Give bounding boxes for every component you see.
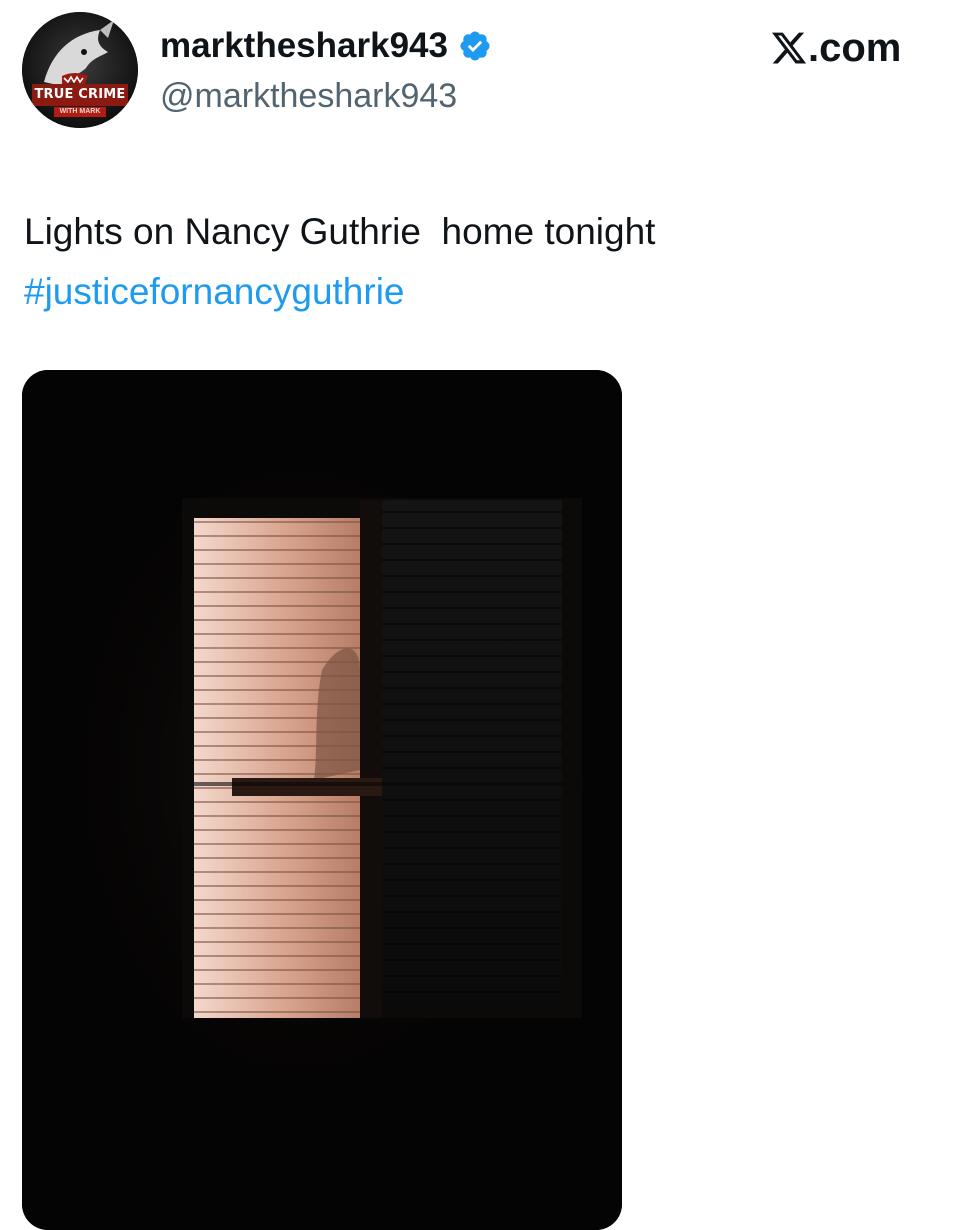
avatar-sub-label: WITH MARK bbox=[54, 107, 106, 117]
tweet-photo[interactable] bbox=[22, 370, 622, 1230]
verified-badge-icon bbox=[460, 31, 490, 61]
brand-domain-text: .com bbox=[808, 26, 902, 70]
tweet-text: Lights on Nancy Guthrie home tonight bbox=[24, 211, 656, 252]
author-display-name[interactable]: marktheshark943 bbox=[160, 26, 448, 66]
avatar-banner-label: TRUE CRIME bbox=[32, 84, 128, 106]
hashtag-link[interactable]: #justicefornancyguthrie bbox=[24, 271, 405, 312]
brand-link[interactable]: .com bbox=[770, 26, 901, 70]
avatar[interactable]: TRUE CRIME WITH MARK bbox=[22, 12, 138, 128]
tweet-header: TRUE CRIME WITH MARK marktheshark943 @ma… bbox=[0, 0, 970, 140]
night-window-photo bbox=[22, 370, 622, 1230]
tweet-body: Lights on Nancy Guthrie home tonight #ju… bbox=[24, 202, 944, 322]
x-logo-icon bbox=[771, 32, 807, 64]
author-name-row: marktheshark943 bbox=[160, 26, 492, 66]
author-handle[interactable]: @marktheshark943 bbox=[160, 76, 457, 116]
